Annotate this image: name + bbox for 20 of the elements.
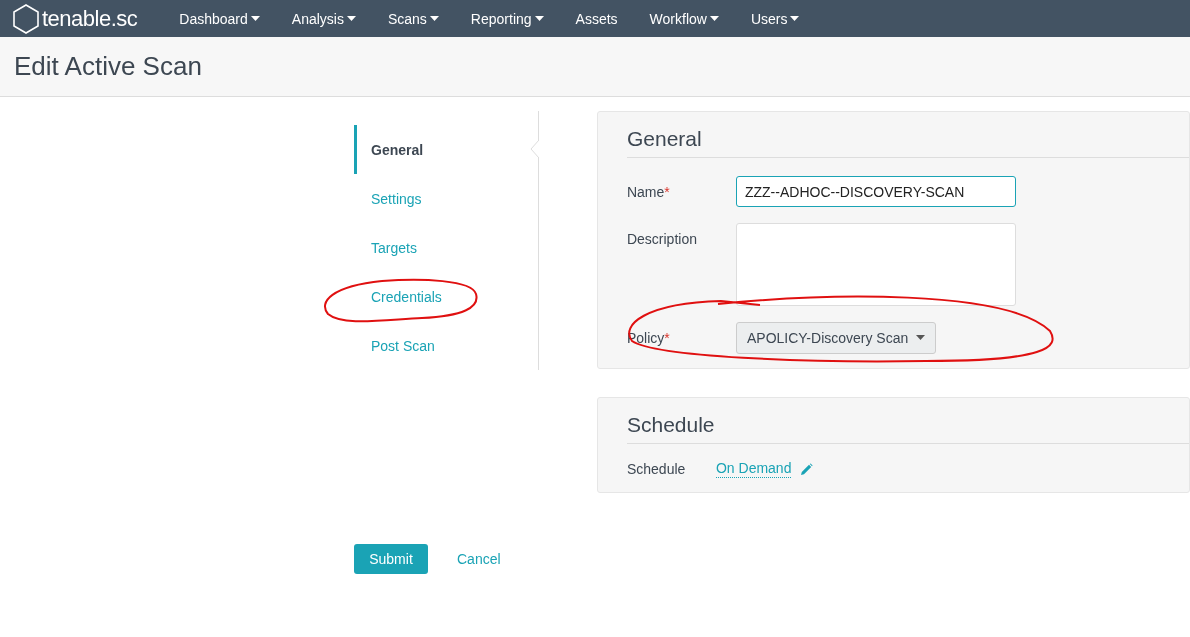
nav-menu-item[interactable]: Workflow bbox=[633, 10, 735, 27]
pencil-icon[interactable] bbox=[800, 462, 814, 476]
logo-text[interactable]: tenable.sc bbox=[42, 5, 138, 32]
field-label: Schedule bbox=[626, 461, 687, 477]
caret-icon bbox=[915, 335, 925, 341]
policy-dropdown[interactable]: APOLICY-Discovery Scan bbox=[735, 322, 936, 354]
hexagon-logo-icon bbox=[12, 3, 40, 34]
page-title: Edit Active Scan bbox=[14, 51, 202, 82]
nav-menu-item[interactable]: Users bbox=[734, 10, 816, 27]
nav-menu-item[interactable]: Assets bbox=[559, 10, 634, 27]
section-heading: General bbox=[626, 124, 1189, 158]
nav-menu-item[interactable]: Dashboard bbox=[163, 10, 276, 27]
nav-menu-item[interactable]: Reporting bbox=[454, 10, 560, 27]
name-input[interactable]: ZZZ--ADHOC--DISCOVERY-SCAN bbox=[735, 176, 1016, 207]
nav-menu-item[interactable]: Analysis bbox=[275, 10, 372, 27]
field-label: Name* bbox=[626, 183, 671, 200]
nav-menu-item[interactable]: Scans bbox=[371, 10, 455, 27]
field-label: Description bbox=[626, 230, 698, 247]
description-field[interactable] bbox=[735, 223, 1016, 306]
section-heading: Schedule bbox=[626, 410, 1189, 444]
